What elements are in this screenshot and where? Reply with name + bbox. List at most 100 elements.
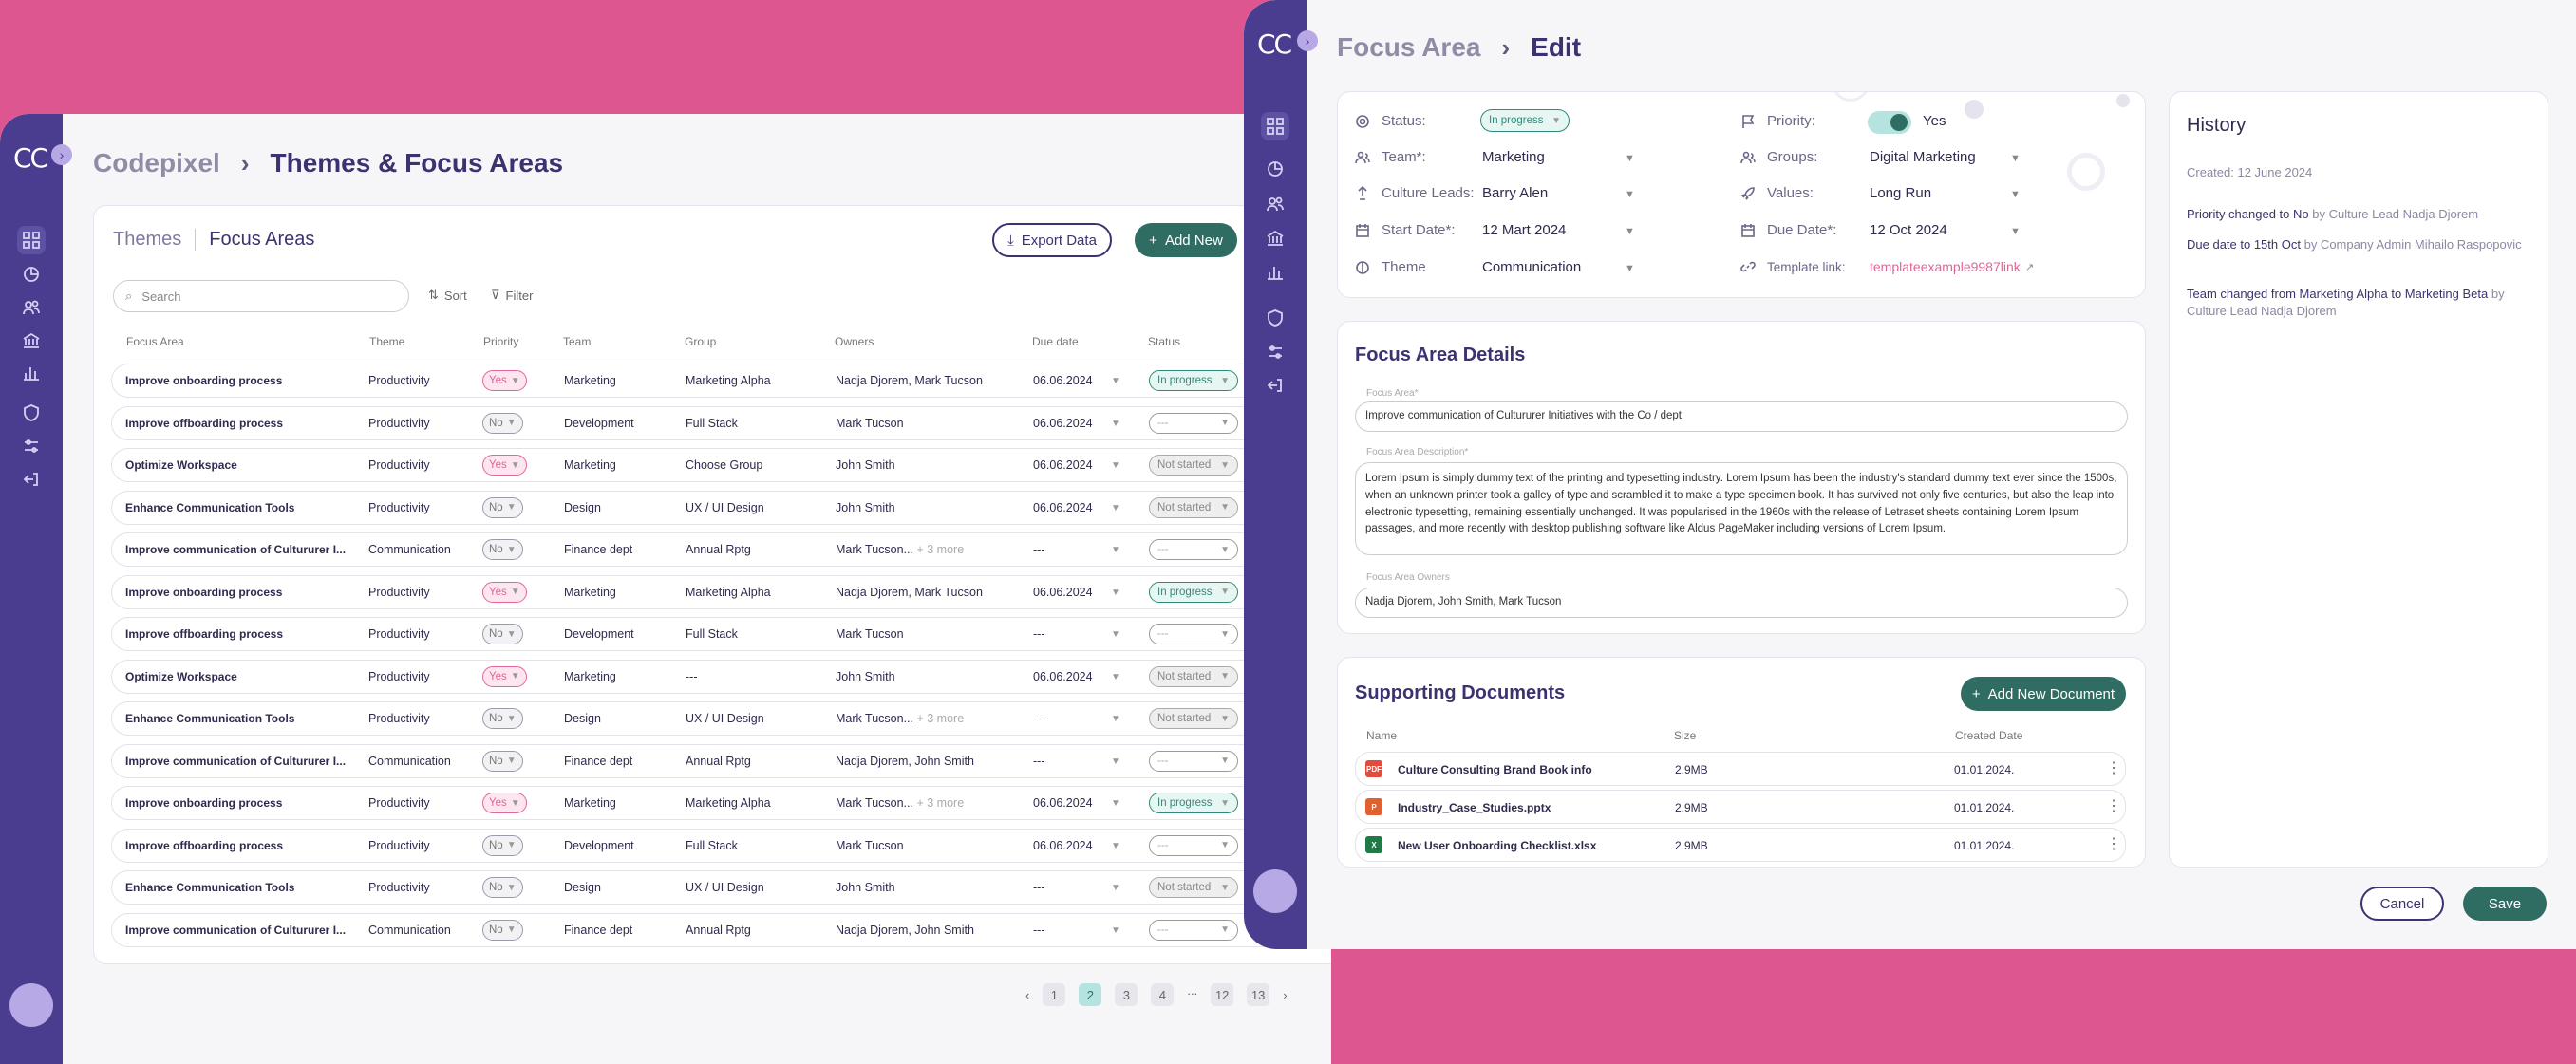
table-row[interactable]: Enhance Communication Tools Productivity N… (111, 490, 1331, 525)
due-date-cell[interactable]: --- (1033, 924, 1045, 937)
page-button[interactable]: 2 (1079, 983, 1102, 1006)
more-options-icon[interactable]: ⋮ (2106, 796, 2121, 815)
sidebar-toggle[interactable]: › (1297, 30, 1318, 51)
status-dropdown[interactable]: In progress ▼ (1149, 370, 1238, 391)
chevron-down-icon[interactable]: ▼ (1111, 588, 1120, 598)
status-dropdown[interactable]: --- ▼ (1149, 624, 1238, 644)
document-row[interactable]: P Industry_Case_Studies.pptx 2.9MB 01.01.20… (1355, 790, 2126, 824)
focus-area-cell[interactable]: Enhance Communication Tools (125, 881, 294, 894)
table-row[interactable]: Improve onboarding process Productivity Ye… (111, 364, 1331, 398)
users-icon[interactable] (1261, 190, 1289, 218)
focus-area-cell[interactable]: Improve communication of Cultururer I... (125, 543, 346, 556)
col-team[interactable]: Team (563, 335, 591, 348)
col-size[interactable]: Size (1674, 729, 1696, 742)
sidebar-toggle[interactable]: › (51, 144, 72, 165)
table-row[interactable]: Improve onboarding process Productivity Ye… (111, 786, 1331, 820)
chevron-down-icon[interactable]: ▼ (1111, 545, 1120, 555)
chevron-down-icon[interactable]: ▼ (1111, 460, 1120, 471)
status-dropdown[interactable]: In progress ▼ (1149, 581, 1238, 603)
chevron-down-icon[interactable]: ▼ (1625, 189, 1635, 200)
table-row[interactable]: Improve communication of Cultururer I...… (111, 743, 1331, 778)
shield-menu-icon[interactable] (17, 399, 46, 427)
table-row[interactable]: Optimize Workspace Productivity Yes ▼ Market… (111, 448, 1331, 482)
avatar[interactable] (1253, 869, 1297, 913)
focus-area-input[interactable]: Improve communication of Cultururer Init… (1355, 401, 2128, 432)
page-button[interactable]: 1 (1043, 983, 1066, 1006)
sliders-icon[interactable] (17, 432, 46, 460)
cancel-button[interactable]: Cancel (2360, 887, 2444, 921)
col-priority[interactable]: Priority (483, 335, 518, 348)
add-new-document-button[interactable]: + Add New Document (1961, 677, 2126, 711)
chevron-down-icon[interactable]: ▼ (1111, 925, 1120, 936)
due-date-cell[interactable]: --- (1033, 881, 1045, 894)
tab-themes[interactable]: Themes (113, 229, 197, 251)
tab-focus-areas[interactable]: Focus Areas (196, 229, 314, 251)
focus-area-cell[interactable]: Improve offboarding process (125, 417, 283, 430)
chevron-down-icon[interactable]: ▼ (2010, 226, 2021, 237)
dashboard-icon[interactable] (17, 226, 46, 254)
sort-button[interactable]: ⇅ Sort (428, 288, 467, 303)
document-name[interactable]: New User Onboarding Checklist.xlsx (1398, 839, 1596, 852)
table-row[interactable]: Improve offboarding process Productivity N… (111, 617, 1331, 651)
status-dropdown[interactable]: Not started ▼ (1149, 496, 1238, 518)
status-dropdown[interactable]: Not started ▼ (1149, 455, 1238, 476)
chevron-down-icon[interactable]: ▼ (2010, 153, 2021, 164)
description-textarea[interactable]: Lorem Ipsum is simply dummy text of the … (1355, 462, 2128, 555)
more-options-icon[interactable]: ⋮ (2106, 834, 2121, 853)
col-due-date[interactable]: Due date (1032, 335, 1079, 348)
start-date-picker[interactable]: 12 Mart 2024 (1482, 222, 1566, 238)
chevron-down-icon[interactable]: ▼ (1111, 419, 1120, 429)
chevron-down-icon[interactable]: ▼ (1111, 883, 1120, 893)
template-link[interactable]: templateexample9987link (1870, 259, 2021, 274)
chevron-down-icon[interactable]: ▼ (2010, 189, 2021, 200)
team-select[interactable]: Marketing (1482, 149, 1545, 165)
focus-area-cell[interactable]: Improve onboarding process (125, 586, 282, 599)
document-row[interactable]: PDF Culture Consulting Brand Book info 2.9… (1355, 752, 2126, 786)
priority-dropdown[interactable]: No ▼ (482, 412, 523, 434)
more-owners-link[interactable]: + 3 more (916, 543, 964, 556)
bank-icon[interactable] (17, 327, 46, 355)
theme-select[interactable]: Communication (1482, 259, 1581, 275)
priority-toggle[interactable] (1868, 111, 1911, 134)
priority-dropdown[interactable]: Yes ▼ (482, 581, 527, 603)
focus-area-cell[interactable]: Improve onboarding process (125, 374, 282, 387)
status-dropdown[interactable]: --- ▼ (1149, 412, 1238, 434)
focus-area-cell[interactable]: Improve offboarding process (125, 627, 283, 641)
priority-dropdown[interactable]: No ▼ (482, 750, 523, 772)
bank-icon[interactable] (1261, 224, 1289, 252)
col-owners[interactable]: Owners (835, 335, 874, 348)
table-row[interactable]: Improve communication of Cultururer I...… (111, 532, 1331, 567)
sliders-icon[interactable] (1261, 338, 1289, 366)
col-group[interactable]: Group (685, 335, 716, 348)
chevron-down-icon[interactable]: ▼ (1625, 226, 1635, 237)
due-date-cell[interactable]: 06.06.2024 (1033, 670, 1093, 683)
focus-area-cell[interactable]: Improve offboarding process (125, 839, 283, 852)
due-date-cell[interactable]: 06.06.2024 (1033, 458, 1093, 472)
status-dropdown[interactable]: --- ▼ (1149, 919, 1238, 941)
due-date-cell[interactable]: --- (1033, 712, 1045, 725)
due-date-cell[interactable]: --- (1033, 627, 1045, 641)
breadcrumb-root[interactable]: Focus Area (1337, 32, 1480, 63)
col-created-date[interactable]: Created Date (1955, 729, 2022, 742)
status-dropdown[interactable]: --- ▼ (1149, 834, 1238, 856)
focus-area-cell[interactable]: Optimize Workspace (125, 670, 237, 683)
next-page-icon[interactable]: › (1283, 988, 1287, 1002)
owners-input[interactable]: Nadja Djorem, John Smith, Mark Tucson (1355, 588, 2128, 618)
chevron-down-icon[interactable]: ▼ (1111, 756, 1120, 767)
search-input[interactable]: ⌕ Search (113, 280, 409, 312)
due-date-cell[interactable]: 06.06.2024 (1033, 586, 1093, 599)
shield-menu-icon[interactable] (1261, 304, 1289, 332)
priority-dropdown[interactable]: No ▼ (482, 919, 523, 941)
table-row[interactable]: Improve offboarding process Productivity N… (111, 405, 1331, 440)
focus-area-cell[interactable]: Improve communication of Cultururer I... (125, 755, 346, 768)
logout-icon[interactable] (1261, 371, 1289, 400)
pie-chart-icon[interactable] (1261, 155, 1289, 183)
save-button[interactable]: Save (2463, 887, 2547, 921)
document-name[interactable]: Culture Consulting Brand Book info (1398, 763, 1592, 776)
chevron-down-icon[interactable]: ▼ (1111, 376, 1120, 386)
add-new-button[interactable]: + Add New (1135, 223, 1237, 257)
chevron-down-icon[interactable]: ▼ (1111, 714, 1120, 724)
priority-dropdown[interactable]: Yes ▼ (482, 665, 527, 687)
more-owners-link[interactable]: + 3 more (916, 712, 964, 725)
page-button[interactable]: 3 (1115, 983, 1138, 1006)
